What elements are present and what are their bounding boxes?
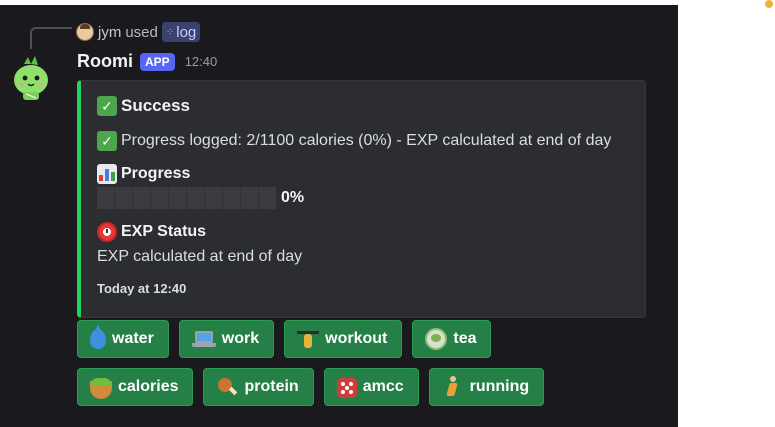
button-label: running bbox=[469, 378, 530, 395]
chat-panel: jym used ⁘ log Roomi APP 12:40 ✓ Success… bbox=[0, 5, 678, 427]
progress-track bbox=[97, 187, 277, 209]
app-badge: APP bbox=[140, 52, 175, 71]
reply-connector bbox=[30, 27, 72, 49]
slash-command-icon: ⁘ bbox=[165, 26, 174, 38]
command-chip[interactable]: ⁘ log bbox=[161, 22, 201, 42]
progress-percent: 0% bbox=[281, 189, 305, 206]
status-dot bbox=[765, 0, 773, 8]
dice-icon bbox=[336, 378, 357, 398]
progress-label: Progress bbox=[121, 165, 191, 182]
progress-segment bbox=[223, 187, 241, 209]
laptop-icon bbox=[191, 330, 216, 348]
runner-icon bbox=[442, 376, 464, 398]
progress-segment bbox=[97, 187, 115, 209]
reply-username[interactable]: jym bbox=[98, 24, 121, 41]
exp-value: EXP calculated at end of day bbox=[97, 248, 303, 265]
button-label: tea bbox=[453, 330, 477, 347]
embed-title: ✓ Success bbox=[97, 96, 190, 116]
embed-card: ✓ Success ✓ Progress logged: 2/1100 calo… bbox=[77, 80, 646, 318]
water-drop-icon bbox=[90, 329, 106, 349]
command-name: log bbox=[176, 23, 197, 41]
button-label: calories bbox=[118, 378, 179, 395]
calories-button[interactable]: calories bbox=[77, 368, 194, 406]
message-timestamp[interactable]: 12:40 bbox=[185, 54, 218, 69]
work-button[interactable]: work bbox=[178, 320, 275, 358]
progress-segment bbox=[187, 187, 205, 209]
exp-label: EXP Status bbox=[121, 223, 207, 240]
protein-button[interactable]: protein bbox=[203, 368, 314, 406]
message-header: Roomi APP 12:40 bbox=[77, 51, 217, 72]
bot-name[interactable]: Roomi bbox=[77, 51, 133, 72]
amcc-button[interactable]: amcc bbox=[323, 368, 419, 406]
button-row-1: water work workout tea bbox=[77, 320, 492, 358]
tea-icon bbox=[425, 328, 448, 350]
user-avatar[interactable] bbox=[76, 23, 94, 41]
progress-segment bbox=[151, 187, 169, 209]
reply-context[interactable]: jym used ⁘ log bbox=[76, 20, 201, 44]
progress-segment bbox=[115, 187, 133, 209]
button-label: amcc bbox=[362, 378, 404, 395]
progress-segment bbox=[241, 187, 259, 209]
running-button[interactable]: running bbox=[428, 368, 545, 406]
check-mark-icon: ✓ bbox=[97, 131, 117, 151]
progress-field-name: Progress bbox=[97, 164, 190, 184]
reply-used-text: used bbox=[125, 23, 158, 41]
alarm-clock-icon bbox=[97, 222, 117, 242]
progress-segment bbox=[259, 187, 277, 209]
button-label: workout bbox=[325, 330, 388, 347]
progress-segment bbox=[205, 187, 223, 209]
exp-field-name: EXP Status bbox=[97, 222, 206, 242]
tea-button[interactable]: tea bbox=[412, 320, 492, 358]
drumstick-icon bbox=[216, 376, 238, 398]
embed-title-text: Success bbox=[121, 96, 190, 115]
embed-footer: Today at 12:40 bbox=[97, 281, 187, 296]
button-row-2: calories protein amcc running bbox=[77, 368, 545, 406]
check-mark-icon: ✓ bbox=[97, 96, 117, 116]
water-button[interactable]: water bbox=[77, 320, 169, 358]
bot-avatar[interactable] bbox=[10, 53, 52, 101]
weight-lifter-icon bbox=[297, 328, 320, 350]
salad-icon bbox=[90, 378, 112, 399]
embed-description: ✓ Progress logged: 2/1100 calories (0%) … bbox=[97, 131, 611, 151]
workout-button[interactable]: workout bbox=[284, 320, 403, 358]
button-label: water bbox=[112, 330, 154, 347]
progress-segment bbox=[133, 187, 151, 209]
embed-description-text: Progress logged: 2/1100 calories (0%) - … bbox=[121, 132, 612, 149]
button-label: work bbox=[221, 330, 260, 347]
progress-bar: 0% bbox=[97, 187, 304, 209]
progress-segment bbox=[169, 187, 187, 209]
bar-chart-icon bbox=[97, 164, 117, 184]
button-label: protein bbox=[244, 378, 299, 395]
